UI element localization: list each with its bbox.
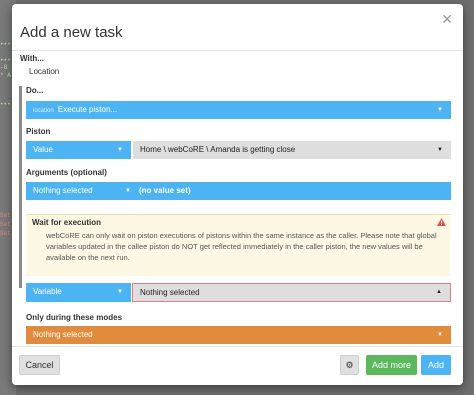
caret-down-icon: ▼ xyxy=(117,147,123,153)
header-divider xyxy=(12,50,463,51)
piston-value: Home \ webCoRE \ Amanda is getting close xyxy=(140,145,296,154)
variable-select[interactable]: Nothing selected ▲ xyxy=(132,283,451,302)
variable-value: Nothing selected xyxy=(140,288,200,297)
caret-down-icon: ▼ xyxy=(117,289,123,295)
add-more-button[interactable]: Add more xyxy=(366,355,417,375)
piston-label: Piston xyxy=(26,127,51,136)
do-prefix: location xyxy=(33,108,54,114)
settings-button[interactable]: ⚙ xyxy=(340,355,359,375)
wait-for-execution-warning: Wait for execution webCoRE can only wait… xyxy=(26,214,450,276)
wait-message: webCoRE can only wait on piston executio… xyxy=(46,231,437,262)
arguments-label: Arguments (optional) xyxy=(26,168,107,177)
wait-label: Wait for execution xyxy=(32,218,102,227)
gear-icon: ⚙ xyxy=(345,360,354,370)
footer-divider xyxy=(12,346,463,347)
caret-down-icon: ▼ xyxy=(437,147,443,153)
modes-select[interactable]: Nothing selected ▼ xyxy=(26,326,451,344)
with-value: Location xyxy=(29,67,60,76)
do-select[interactable]: location Execute piston... ▼ xyxy=(26,101,451,119)
background-code-line: Set xyxy=(0,212,11,219)
do-label: Do... xyxy=(26,86,44,95)
task-section-bar xyxy=(19,86,22,288)
background-code-line: Set xyxy=(0,221,11,228)
background-code-line: ••• xyxy=(0,101,11,108)
modes-label: Only during these modes xyxy=(26,313,123,322)
caret-down-icon: ▼ xyxy=(437,332,443,338)
with-label: With... xyxy=(20,54,44,63)
arguments-value: (no value set) xyxy=(139,186,191,195)
piston-type-value: Value xyxy=(33,145,53,154)
piston-select[interactable]: Home \ webCoRE \ Amanda is getting close… xyxy=(133,141,451,159)
arguments-selected: Nothing selected xyxy=(33,186,93,195)
add-task-dialog: Add a new task ✕ With... Location Do... … xyxy=(12,4,463,385)
background-code-line: ••• xyxy=(0,41,11,48)
warning-icon xyxy=(437,218,446,228)
background-code-line: ••• xyxy=(0,57,11,64)
piston-type-select[interactable]: Value ▼ xyxy=(26,141,131,159)
background-code-line: Set xyxy=(0,230,11,237)
modes-value: Nothing selected xyxy=(33,330,93,339)
add-button[interactable]: Add xyxy=(421,355,451,375)
caret-down-icon: ▼ xyxy=(125,188,131,194)
cancel-button[interactable]: Cancel xyxy=(19,355,60,375)
close-icon[interactable]: ✕ xyxy=(441,12,453,26)
arguments-select[interactable]: Nothing selected ▼ (no value set) xyxy=(26,182,451,200)
do-value: Execute piston... xyxy=(57,105,118,114)
caret-down-icon: ▼ xyxy=(437,107,443,113)
dialog-title: Add a new task xyxy=(20,24,123,41)
caret-up-icon: ▲ xyxy=(436,289,442,295)
variable-type-value: Variable xyxy=(33,287,62,296)
variable-type-select[interactable]: Variable ▼ xyxy=(26,283,131,302)
